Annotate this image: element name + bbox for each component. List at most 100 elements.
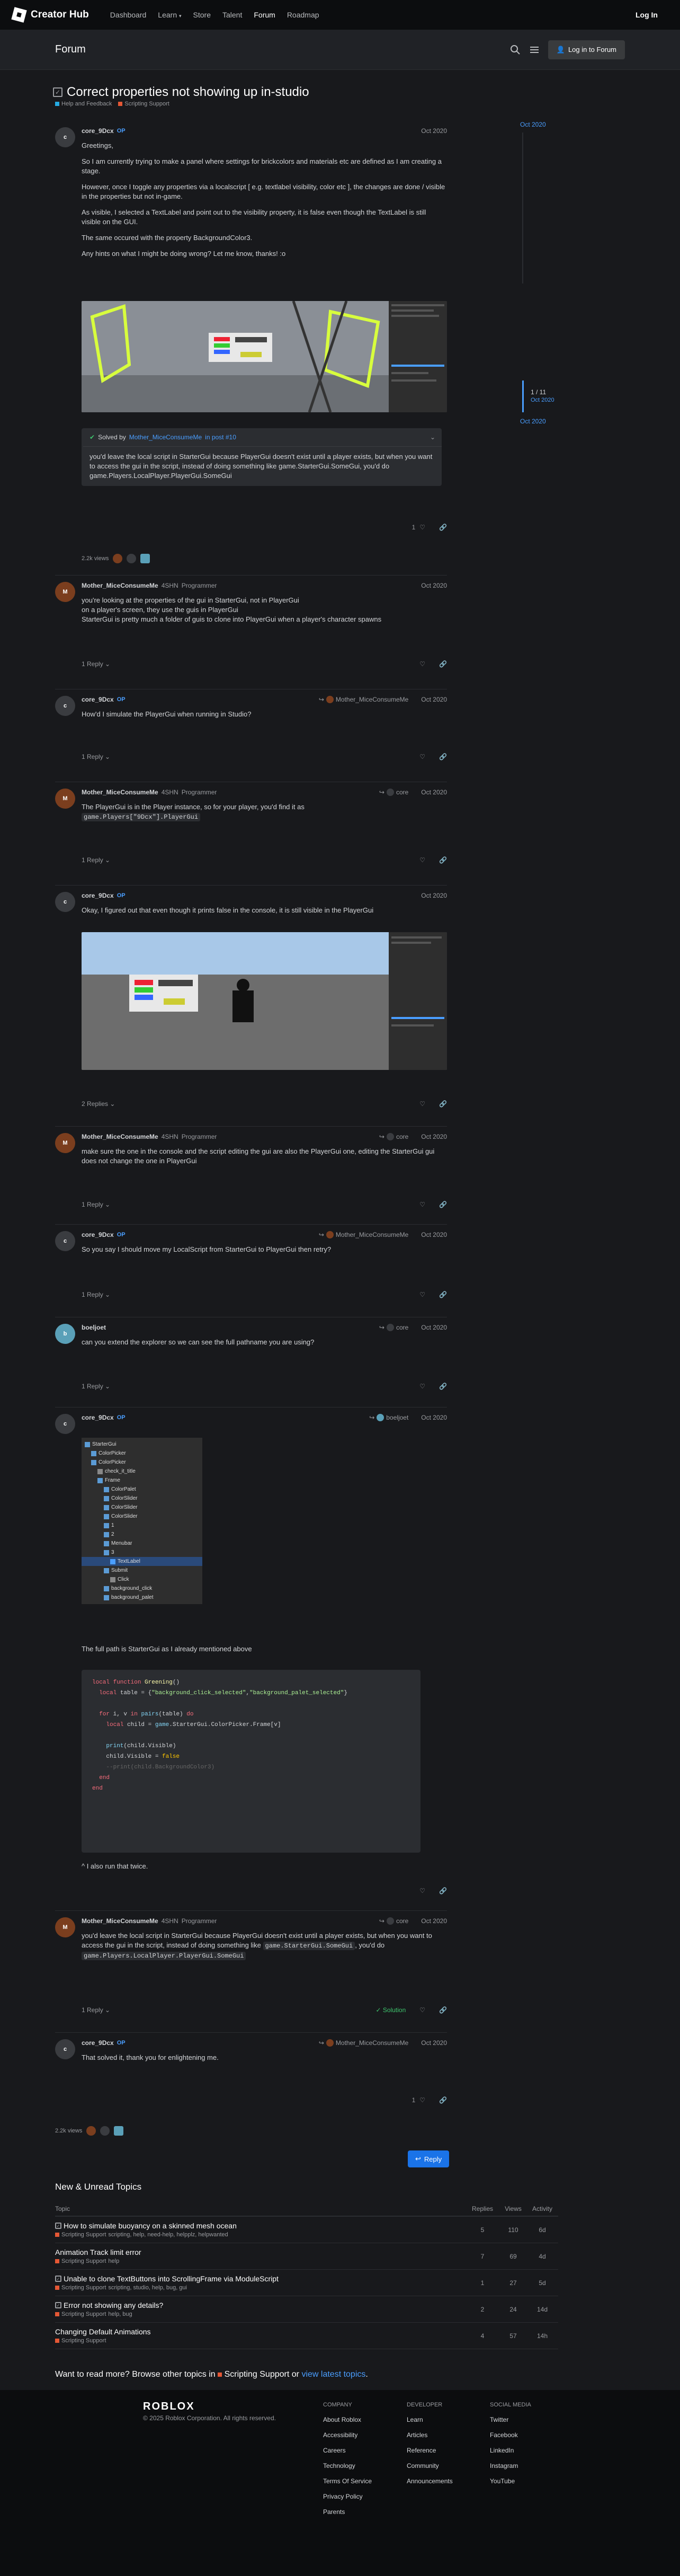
- footer-link[interactable]: Articles: [407, 2428, 453, 2443]
- category-help-and-feedback[interactable]: Help and Feedback: [55, 101, 112, 107]
- post-author[interactable]: Mother_MiceConsumeMe: [82, 789, 158, 796]
- studio-screenshot-2[interactable]: [82, 932, 447, 1070]
- footer-link[interactable]: LinkedIn: [490, 2443, 531, 2458]
- avatar[interactable]: [113, 554, 123, 563]
- link-icon[interactable]: 🔗: [439, 1201, 447, 1208]
- post-author[interactable]: Mother_MiceConsumeMe: [82, 1917, 158, 1925]
- latest-topics-link[interactable]: view latest topics: [301, 2370, 365, 2379]
- post-author[interactable]: core_9Dcx: [82, 892, 114, 899]
- footer-link[interactable]: Instagram: [490, 2458, 531, 2474]
- post-author[interactable]: Mother_MiceConsumeMe: [82, 582, 158, 589]
- post-date[interactable]: Oct 2020: [421, 127, 447, 135]
- post-author[interactable]: core_9Dcx: [82, 127, 114, 135]
- browse-category-link[interactable]: Scripting Support: [225, 2370, 290, 2379]
- replies-toggle[interactable]: 1 Reply ⌄: [82, 753, 110, 760]
- avatar[interactable]: c: [55, 1414, 75, 1434]
- heart-icon[interactable]: ♡: [419, 1100, 425, 1108]
- topic-row[interactable]: ✓ Unable to clone TextButtons into Scroll…: [55, 2270, 558, 2296]
- nav-talent[interactable]: Talent: [222, 11, 242, 19]
- footer-link[interactable]: Announcements: [407, 2474, 453, 2489]
- reply-to-tab[interactable]: ↪ Mother_MiceConsumeMe: [319, 1231, 408, 1238]
- reply-to-tab[interactable]: ↪ core: [379, 1917, 408, 1925]
- post-author[interactable]: Mother_MiceConsumeMe: [82, 1133, 158, 1140]
- nav-dashboard[interactable]: Dashboard: [110, 11, 147, 19]
- replies-toggle[interactable]: 2 Replies ⌄: [82, 1100, 115, 1108]
- link-icon[interactable]: 🔗: [439, 753, 447, 760]
- hamburger-menu-icon[interactable]: [529, 45, 540, 55]
- topic-link[interactable]: Animation Track limit error: [55, 2248, 141, 2256]
- timeline-start-date[interactable]: Oct 2020: [520, 121, 584, 128]
- link-icon[interactable]: 🔗: [439, 1383, 447, 1390]
- creator-hub-logo[interactable]: Creator Hub: [11, 7, 89, 23]
- post-author[interactable]: core_9Dcx: [82, 1414, 114, 1421]
- footer-link[interactable]: Community: [407, 2458, 453, 2474]
- footer-link[interactable]: Terms Of Service: [323, 2474, 372, 2489]
- footer-link[interactable]: Accessibility: [323, 2428, 372, 2443]
- footer-link[interactable]: Reference: [407, 2443, 453, 2458]
- avatar[interactable]: M: [55, 582, 75, 602]
- timeline-handle[interactable]: [522, 380, 524, 412]
- accepted-answer-header[interactable]: ✔ Solved by Mother_MiceConsumeMe in post…: [83, 428, 442, 447]
- replies-toggle[interactable]: 1 Reply ⌄: [82, 660, 110, 668]
- reply-to-tab[interactable]: ↪ Mother_MiceConsumeMe: [319, 2039, 408, 2047]
- post-author[interactable]: core_9Dcx: [82, 696, 114, 703]
- avatar[interactable]: [86, 2126, 96, 2136]
- heart-icon[interactable]: ♡: [419, 1383, 425, 1390]
- code-screenshot[interactable]: local function Greening() local table = …: [82, 1670, 420, 1853]
- post-author[interactable]: core_9Dcx: [82, 2039, 114, 2047]
- heart-icon[interactable]: ♡: [419, 1201, 425, 1208]
- avatar[interactable]: c: [55, 2039, 75, 2059]
- replies-toggle[interactable]: 1 Reply ⌄: [82, 2006, 110, 2014]
- reply-to-tab[interactable]: ↪ core: [379, 789, 408, 796]
- post-date[interactable]: Oct 2020: [421, 1133, 447, 1140]
- footer-link[interactable]: Privacy Policy: [323, 2489, 372, 2504]
- search-icon[interactable]: [510, 45, 521, 55]
- link-icon[interactable]: 🔗: [439, 2096, 447, 2104]
- nav-learn[interactable]: Learn ▾: [158, 11, 181, 19]
- replies-toggle[interactable]: 1 Reply ⌄: [82, 1291, 110, 1298]
- solved-post-link[interactable]: in post #10: [205, 433, 236, 441]
- link-icon[interactable]: 🔗: [439, 524, 447, 531]
- post-date[interactable]: Oct 2020: [421, 892, 447, 899]
- chevron-down-icon[interactable]: ⌄: [430, 433, 435, 441]
- heart-icon[interactable]: ♡: [419, 2096, 425, 2104]
- avatar[interactable]: [114, 2126, 124, 2136]
- topic-tags[interactable]: help: [108, 2258, 119, 2264]
- topic-row[interactable]: Animation Track limit error Scripting Sup…: [55, 2243, 558, 2270]
- topic-activity[interactable]: 4d: [526, 2253, 558, 2260]
- post-date[interactable]: Oct 2020: [421, 1917, 447, 1925]
- studio-screenshot-1[interactable]: [82, 301, 447, 412]
- reply-to-tab[interactable]: ↪ core: [379, 1324, 408, 1331]
- reply-to-tab[interactable]: ↪ Mother_MiceConsumeMe: [319, 696, 408, 703]
- replies-toggle[interactable]: 1 Reply ⌄: [82, 856, 110, 864]
- nav-roadmap[interactable]: Roadmap: [287, 11, 319, 19]
- topic-activity[interactable]: 14d: [526, 2306, 558, 2313]
- post-date[interactable]: Oct 2020: [421, 696, 447, 703]
- heart-icon[interactable]: ♡: [419, 1291, 425, 1298]
- topic-link[interactable]: Error not showing any details?: [64, 2301, 163, 2309]
- topic-activity[interactable]: 5d: [526, 2279, 558, 2287]
- avatar[interactable]: b: [55, 1324, 75, 1344]
- heart-icon[interactable]: ♡: [419, 660, 425, 668]
- timeline-end-date[interactable]: Oct 2020: [520, 418, 546, 425]
- heart-icon[interactable]: ♡: [419, 856, 425, 864]
- col-replies[interactable]: Replies: [465, 2205, 500, 2212]
- heart-icon[interactable]: ♡: [419, 2006, 425, 2014]
- topic-category[interactable]: Scripting Support: [61, 2232, 106, 2238]
- top-login-link[interactable]: Log In: [636, 11, 658, 19]
- heart-icon[interactable]: ♡: [419, 1887, 425, 1895]
- avatar[interactable]: c: [55, 127, 75, 147]
- footer-logo[interactable]: ROBLOX: [143, 2401, 195, 2413]
- post-date[interactable]: Oct 2020: [421, 2039, 447, 2047]
- topic-row[interactable]: Changing Default Animations Scripting Sup…: [55, 2323, 558, 2349]
- forum-login-button[interactable]: 👤 Log in to Forum: [548, 40, 625, 59]
- link-icon[interactable]: 🔗: [439, 856, 447, 864]
- post-date[interactable]: Oct 2020: [421, 789, 447, 796]
- col-activity[interactable]: Activity: [526, 2205, 558, 2212]
- topic-category[interactable]: Scripting Support: [61, 2311, 106, 2317]
- topic-category[interactable]: Scripting Support: [61, 2338, 106, 2344]
- topic-tags[interactable]: scripting, help, need-help, helpplz, hel…: [108, 2232, 228, 2238]
- avatar[interactable]: M: [55, 789, 75, 809]
- avatar[interactable]: M: [55, 1133, 75, 1153]
- avatar[interactable]: [140, 554, 150, 563]
